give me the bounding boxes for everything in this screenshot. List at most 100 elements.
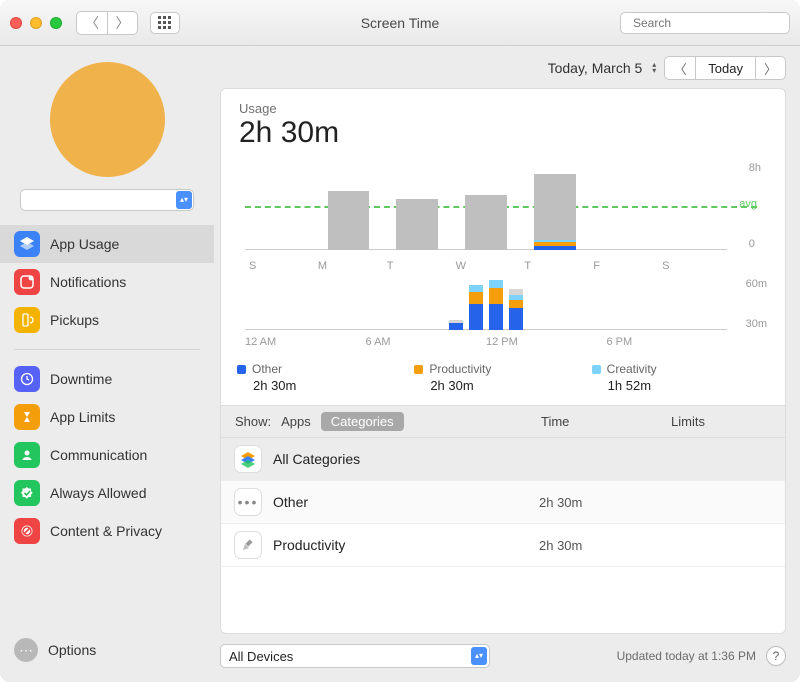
ytick: 0 bbox=[749, 238, 761, 250]
zoom-window-button[interactable] bbox=[50, 17, 62, 29]
hour-bar bbox=[647, 278, 667, 330]
show-all-prefs-button[interactable] bbox=[150, 12, 180, 34]
hourly-chart: 60m30m 12 AM6 AM12 PM6 PM bbox=[245, 278, 727, 348]
date-label: Today, March 5 bbox=[548, 60, 643, 76]
weekly-chart: 8h0 avg SMTWTFS bbox=[245, 162, 727, 272]
row-icon: ••• bbox=[235, 489, 261, 515]
week-bar bbox=[589, 162, 658, 250]
device-select-value: All Devices bbox=[229, 649, 293, 664]
week-bar bbox=[520, 162, 589, 250]
hour-bar bbox=[627, 278, 647, 330]
forward-button[interactable]: 〉 bbox=[107, 12, 137, 34]
sidebar-item-app-usage[interactable]: App Usage bbox=[0, 225, 214, 263]
date-stepper[interactable]: ▴▾ bbox=[652, 62, 656, 74]
options-button[interactable]: ⋯ Options bbox=[0, 630, 214, 670]
show-bar: Show: Apps Categories Time Limits bbox=[221, 405, 785, 438]
hour-bar bbox=[446, 278, 466, 330]
col-limits: Limits bbox=[671, 414, 771, 429]
legend-item: Creativity1h 52m bbox=[592, 362, 769, 393]
sidebar-item-app-limits[interactable]: App Limits bbox=[0, 398, 214, 436]
hour-bar bbox=[265, 278, 285, 330]
sidebar-item-label: Notifications bbox=[50, 274, 126, 290]
tab-apps[interactable]: Apps bbox=[281, 414, 311, 429]
legend: Other2h 30mProductivity2h 30mCreativity1… bbox=[221, 356, 785, 405]
hour-bar bbox=[305, 278, 325, 330]
divider bbox=[14, 349, 200, 350]
usage-card: Usage 2h 30m 8h0 avg SMTWTFS 60m30m bbox=[220, 88, 786, 634]
minimize-window-button[interactable] bbox=[30, 17, 42, 29]
table-row[interactable]: ••• Other 2h 30m bbox=[221, 481, 785, 524]
row-icon bbox=[235, 446, 261, 472]
hour-bar bbox=[506, 278, 526, 330]
back-button[interactable]: 〈 bbox=[77, 12, 107, 34]
device-select[interactable]: All Devices ▴▾ bbox=[220, 644, 490, 668]
col-time: Time bbox=[541, 414, 661, 429]
grid-icon bbox=[158, 16, 172, 30]
clock-icon bbox=[14, 366, 40, 392]
sidebar-item-label: Content & Privacy bbox=[50, 523, 162, 539]
nav-back-forward: 〈 〉 bbox=[76, 11, 138, 35]
hour-bar bbox=[586, 278, 606, 330]
week-bar bbox=[314, 162, 383, 250]
week-bar bbox=[383, 162, 452, 250]
week-bar bbox=[245, 162, 314, 250]
usage-title: Usage bbox=[239, 101, 767, 116]
hour-bar bbox=[526, 278, 546, 330]
sidebar-item-pickups[interactable]: Pickups bbox=[0, 301, 214, 339]
layers-icon bbox=[14, 231, 40, 257]
row-name: Productivity bbox=[273, 537, 527, 553]
user-select[interactable]: ▴▾ bbox=[20, 189, 194, 211]
stepper-icon: ▴▾ bbox=[176, 191, 192, 209]
table-row[interactable]: Productivity 2h 30m bbox=[221, 524, 785, 567]
row-time: 2h 30m bbox=[539, 538, 659, 553]
row-name: All Categories bbox=[273, 451, 527, 467]
hour-bar bbox=[607, 278, 627, 330]
hour-bar bbox=[687, 278, 707, 330]
table-row[interactable]: All Categories bbox=[221, 438, 785, 481]
next-day-button[interactable]: 〉 bbox=[755, 57, 785, 79]
prev-day-button[interactable]: 〈 bbox=[665, 57, 695, 79]
options-label: Options bbox=[48, 642, 96, 658]
hour-bar bbox=[426, 278, 446, 330]
sidebar-item-always-allowed[interactable]: Always Allowed bbox=[0, 474, 214, 512]
ytick: 8h bbox=[749, 162, 761, 174]
sidebar-item-content-privacy[interactable]: Content & Privacy bbox=[0, 512, 214, 550]
row-name: Other bbox=[273, 494, 527, 510]
hour-bar bbox=[325, 278, 345, 330]
show-label: Show: bbox=[235, 414, 271, 429]
today-button[interactable]: Today bbox=[695, 57, 755, 79]
pickups-icon bbox=[14, 307, 40, 333]
hour-bar bbox=[245, 278, 265, 330]
hour-bar bbox=[707, 278, 727, 330]
ellipsis-circle-icon: ⋯ bbox=[14, 638, 38, 662]
hour-bar bbox=[466, 278, 486, 330]
legend-item: Productivity2h 30m bbox=[414, 362, 591, 393]
row-icon bbox=[235, 532, 261, 558]
sidebar-item-label: Pickups bbox=[50, 312, 99, 328]
no-entry-icon bbox=[14, 518, 40, 544]
close-window-button[interactable] bbox=[10, 17, 22, 29]
sidebar-item-label: Communication bbox=[50, 447, 147, 463]
tab-categories[interactable]: Categories bbox=[321, 412, 404, 431]
hourglass-icon bbox=[14, 404, 40, 430]
user-avatar[interactable] bbox=[50, 62, 165, 177]
stepper-icon: ▴▾ bbox=[471, 647, 487, 665]
search-field[interactable] bbox=[620, 12, 790, 34]
sidebar-item-label: Always Allowed bbox=[50, 485, 147, 501]
category-table: All Categories•••Other2h 30mProductivity… bbox=[221, 438, 785, 633]
titlebar: 〈 〉 Screen Time bbox=[0, 0, 800, 46]
hour-bar bbox=[386, 278, 406, 330]
sidebar-item-label: App Limits bbox=[50, 409, 115, 425]
hour-bar bbox=[406, 278, 426, 330]
sidebar-item-communication[interactable]: Communication bbox=[0, 436, 214, 474]
help-button[interactable]: ? bbox=[766, 646, 786, 666]
row-time: 2h 30m bbox=[539, 495, 659, 510]
search-input[interactable] bbox=[633, 16, 788, 30]
main-panel: Today, March 5 ▴▾ 〈 Today 〉 Usage 2h 30m… bbox=[214, 46, 800, 682]
hour-bar bbox=[366, 278, 386, 330]
sidebar-item-label: Downtime bbox=[50, 371, 112, 387]
sidebar-item-label: App Usage bbox=[50, 236, 119, 252]
hour-bar bbox=[345, 278, 365, 330]
sidebar-item-notifications[interactable]: Notifications bbox=[0, 263, 214, 301]
sidebar-item-downtime[interactable]: Downtime bbox=[0, 360, 214, 398]
